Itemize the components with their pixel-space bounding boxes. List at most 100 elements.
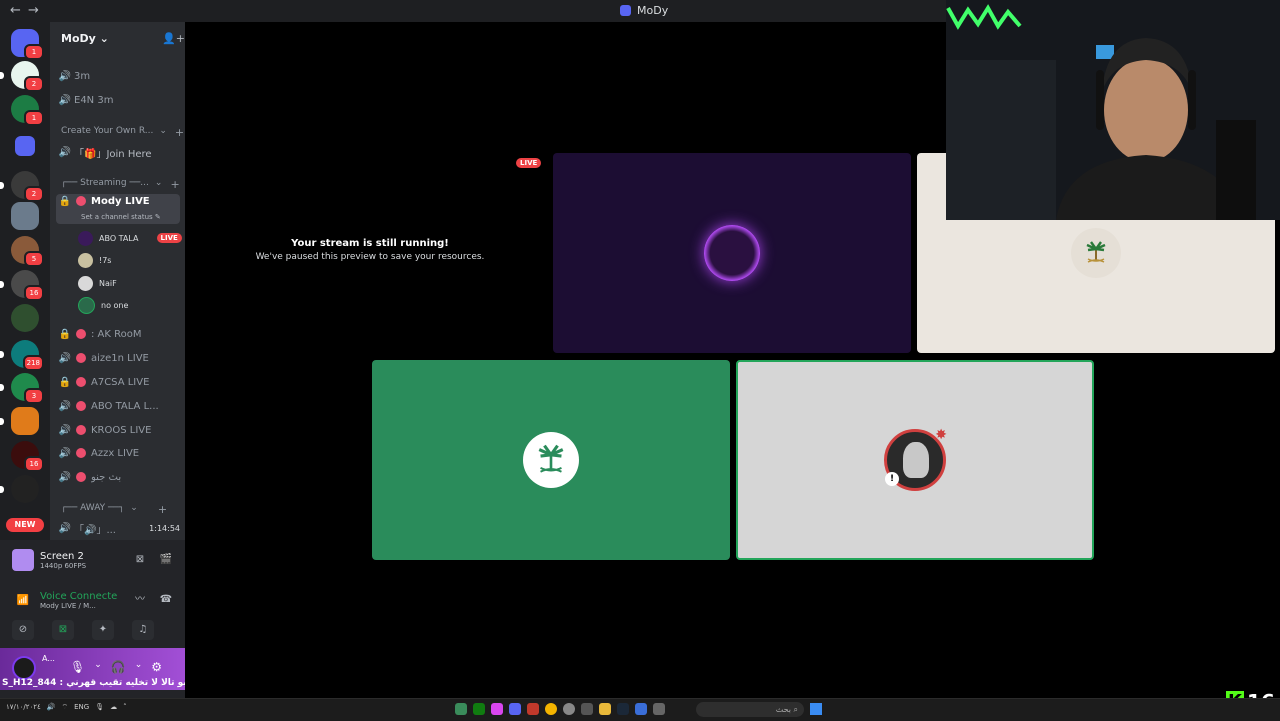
chevron-up-icon[interactable]: ˄: [123, 703, 127, 712]
camera-off-icon[interactable]: ⊘: [12, 620, 34, 640]
noise-suppression-icon[interactable]: 〰: [129, 590, 151, 610]
participant-tile[interactable]: [372, 360, 730, 560]
app-icon: [620, 5, 631, 16]
channel-label: بث جنو: [91, 471, 122, 483]
server-icon[interactable]: [11, 202, 39, 230]
server-icon[interactable]: 16: [11, 441, 44, 472]
notification-badge: 3: [24, 388, 44, 404]
xbox-icon[interactable]: [473, 703, 485, 715]
avatar: [523, 432, 579, 488]
voice-channel[interactable]: 🔊 بث جنو: [56, 467, 180, 487]
participant-tile[interactable]: [553, 153, 911, 353]
voice-user[interactable]: no one: [78, 296, 128, 314]
screen-share-status: Screen 2 1440p 60FPS ⊠ 🎬: [12, 549, 177, 571]
taskbar-app-icon[interactable]: [527, 703, 539, 715]
server-name-header[interactable]: MoDy ⌄: [61, 32, 109, 45]
avatar: [78, 252, 93, 268]
taskbar-app-icon[interactable]: [653, 703, 665, 715]
speaker-icon[interactable]: 🔊: [47, 703, 56, 712]
chevron-down-icon[interactable]: ⌄: [94, 660, 102, 674]
live-dot-icon: [76, 329, 86, 339]
forward-arrow-icon[interactable]: →: [28, 3, 39, 18]
avatar: [78, 296, 95, 314]
chevron-down-icon: ⌄: [154, 178, 163, 188]
chevron-down-icon[interactable]: ⌄: [135, 660, 143, 674]
folder-icon[interactable]: [599, 703, 611, 715]
server-icon[interactable]: [0, 475, 39, 503]
anger-mark-icon: ✸: [935, 427, 947, 443]
channel-label: Azzx LIVE: [91, 447, 140, 459]
invite-people-icon[interactable]: 👤+: [162, 32, 185, 45]
add-channel-icon[interactable]: +: [170, 178, 179, 191]
voice-user[interactable]: ABO TALA LIVE: [78, 229, 182, 247]
server-name: MoDy: [61, 32, 96, 45]
category-header[interactable]: Create Your Own R... ⌄ +: [61, 126, 184, 139]
voice-channel[interactable]: 🔊 aize1n LIVE: [56, 348, 180, 368]
new-unreads-pill[interactable]: NEW: [6, 518, 44, 532]
voice-channel[interactable]: 🔒 : AK RooM: [56, 324, 180, 344]
server-icon[interactable]: [11, 304, 39, 332]
disconnect-icon[interactable]: ☎: [155, 590, 177, 610]
discord-icon[interactable]: [509, 703, 521, 715]
palm-emblem-icon: [538, 444, 564, 473]
voice-user[interactable]: NaiF: [78, 274, 117, 292]
stream-settings-icon[interactable]: 🎬: [155, 550, 177, 570]
activities-icon[interactable]: ✦: [92, 620, 114, 640]
soundboard-icon[interactable]: ♫: [132, 620, 154, 640]
server-icon[interactable]: [0, 407, 39, 435]
signal-icon: 📶: [16, 594, 30, 606]
add-channel-icon[interactable]: +: [175, 126, 184, 139]
stop-stream-icon[interactable]: ⊠: [129, 550, 151, 570]
headphones-icon[interactable]: 🎧: [111, 660, 126, 674]
chevron-down-icon: ⌄: [99, 32, 109, 45]
category-header[interactable]: ┌── AWAY ──┐ ⌄ +: [61, 503, 167, 516]
voice-channel[interactable]: 🔊 3m: [56, 66, 180, 86]
taskbar-app-icon[interactable]: [581, 703, 593, 715]
share-screen-icon[interactable]: ⊠: [52, 620, 74, 640]
server-icon[interactable]: 2: [0, 61, 44, 92]
voice-channel[interactable]: 🔊 Azzx LIVE: [56, 443, 180, 463]
taskbar-search[interactable]: بحث ⌕: [696, 702, 804, 717]
channel-label: KROOS LIVE: [91, 424, 152, 436]
folder-icon[interactable]: [15, 136, 35, 156]
microphone-icon[interactable]: 🎙: [70, 660, 85, 674]
user-controls: 🎙 ⌄ 🎧 ⌄ ⚙: [70, 660, 162, 674]
obs-icon[interactable]: [563, 703, 575, 715]
category-header[interactable]: ┌── Streaming ──... ⌄ +: [61, 178, 180, 191]
add-channel-icon[interactable]: +: [158, 503, 167, 516]
discord-home-icon[interactable]: 1: [11, 29, 44, 60]
speaker-icon: 🔊: [58, 400, 72, 412]
server-icon[interactable]: 218: [0, 340, 44, 371]
voice-user[interactable]: !7s: [78, 251, 111, 269]
gear-icon[interactable]: ⚙: [151, 660, 162, 674]
taskbar-app-icon[interactable]: [455, 703, 467, 715]
language-indicator[interactable]: ENG: [74, 703, 89, 712]
server-icon[interactable]: 3: [0, 373, 44, 404]
avatar[interactable]: [12, 656, 36, 680]
server-icon[interactable]: 2: [0, 171, 44, 202]
chrome-icon[interactable]: [545, 703, 557, 715]
cloud-icon[interactable]: ☁: [110, 703, 117, 712]
server-icon[interactable]: 1: [11, 95, 44, 126]
voice-channel[interactable]: 🔊 「🎁」Join Here: [56, 142, 180, 162]
server-icon[interactable]: 5: [11, 236, 44, 267]
voice-channel[interactable]: 🔒 A7CSA LIVE: [56, 372, 180, 392]
voice-channel[interactable]: 🔊 E4N 3m: [56, 90, 180, 110]
notification-badge: 16: [24, 285, 44, 301]
voice-channel[interactable]: 🔊 「🔊」... 1:14:54: [56, 518, 180, 538]
windows-start-icon[interactable]: [810, 703, 822, 715]
wifi-icon[interactable]: ⌔: [62, 703, 69, 712]
mic-icon[interactable]: 🎙: [95, 703, 104, 712]
voice-channel[interactable]: 🔊 ABO TALA L...: [56, 396, 180, 416]
steam-icon[interactable]: [617, 703, 629, 715]
voice-channel[interactable]: 🔊 KROOS LIVE: [56, 420, 180, 440]
taskbar-app-icon[interactable]: [635, 703, 647, 715]
voice-timer: 1:14:54: [149, 523, 180, 533]
server-icon[interactable]: 16: [0, 270, 44, 301]
chat-overlay-text: S_H12_844 : ابو تالا لا تخليه تقيب قهرني: [2, 678, 190, 688]
set-channel-status[interactable]: Set a channel status ✎: [81, 213, 161, 221]
participant-tile-speaking[interactable]: ✸ !: [736, 360, 1094, 560]
channel-label: 「🔊」...: [74, 524, 116, 536]
taskbar-app-icon[interactable]: [491, 703, 503, 715]
back-arrow-icon[interactable]: ←: [10, 3, 21, 18]
